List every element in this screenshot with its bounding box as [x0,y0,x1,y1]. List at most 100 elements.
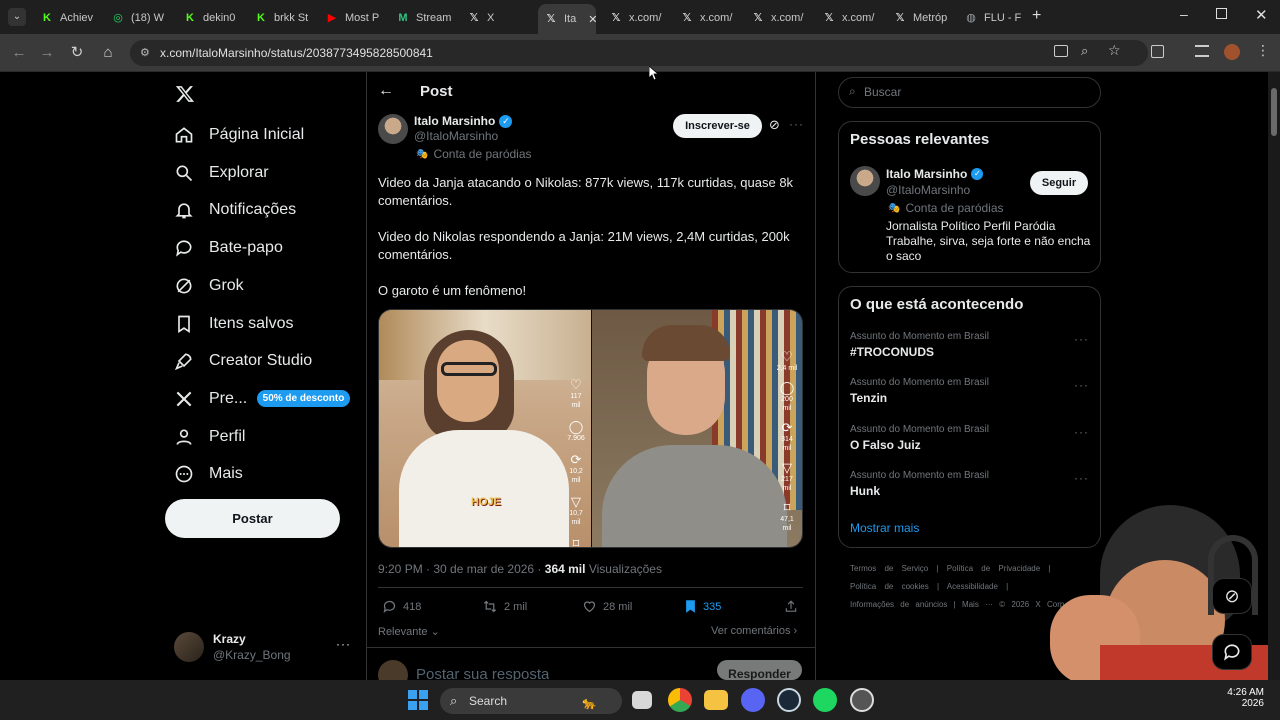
premium-discount-badge[interactable]: 50% de desconto [257,390,350,407]
browser-tab[interactable]: 𝕏x.com/ [609,6,675,30]
trend-item[interactable]: Assunto do Momento em Brasil #TROCONUDS [850,331,989,359]
browser-tab[interactable]: K Achiev [40,6,106,30]
grok-fab[interactable]: ⊘ [1212,578,1252,614]
sort-dropdown[interactable]: Relevante ⌄ [378,625,440,638]
reply-button[interactable]: Responder [717,660,802,680]
sidebar-item-notificações[interactable]: Notificações [174,192,296,228]
minimize-button[interactable]: – [1180,6,1188,22]
footer-link[interactable]: Termos de Serviço [850,564,928,573]
install-app-icon[interactable] [1054,45,1068,57]
browser-tab[interactable]: 𝕏x.com/ [751,6,817,30]
task-view-icon[interactable] [632,691,652,709]
back-arrow-icon[interactable]: ← [378,82,394,100]
reply-input[interactable]: Postar sua resposta [416,666,549,680]
trend-item[interactable]: Assunto do Momento em Brasil Hunk [850,470,989,498]
extensions-icon[interactable] [1151,45,1164,58]
address-bar[interactable]: ⚙ x.com/ItaloMarsinho/status/20387734958… [130,40,1148,66]
post-button[interactable]: Postar [165,499,340,538]
home-button-icon[interactable]: ⌂ [99,44,117,62]
trend-more-icon[interactable]: ··· [1074,425,1089,439]
trend-more-icon[interactable]: ··· [1074,471,1089,485]
footer-link[interactable]: Acessibilidade [947,582,998,591]
zoom-icon[interactable]: ⌕ [1081,43,1088,59]
sidebar-item-mais[interactable]: Mais [174,456,243,492]
sidebar-item-grok[interactable]: Grok [174,268,244,304]
trend-more-icon[interactable]: ··· [1074,332,1089,346]
share-button[interactable] [784,599,804,614]
post-more-icon[interactable]: ··· [789,117,804,131]
new-tab-button[interactable]: + [1032,7,1041,25]
trend-item[interactable]: Assunto do Momento em Brasil O Falso Juiz [850,424,989,452]
forward-icon[interactable]: → [38,44,56,62]
file-explorer-icon[interactable] [704,690,728,710]
browser-tab[interactable]: 𝕏X [467,6,533,30]
video-caption: HOJE [471,496,501,508]
maximize-button[interactable] [1216,8,1227,19]
post-video[interactable]: HOJE ♡ 117 mil ◯ 7.906 ⟳ 10,2 mil ▽ 10,7 mil… [378,309,803,548]
browser-tab[interactable]: M Stream [396,6,462,30]
browser-menu-icon[interactable]: ⋮ [1256,42,1270,59]
media-control-icon[interactable] [1195,45,1209,57]
bookmark-star-icon[interactable]: ☆ [1108,42,1121,59]
scrollbar-thumb[interactable] [1271,88,1277,136]
footer-link[interactable]: Mais ··· [962,600,993,609]
spotify-icon[interactable] [813,688,837,712]
back-icon[interactable]: ← [10,44,28,62]
close-tab-icon[interactable]: ✕ [588,13,596,26]
clock[interactable]: 4:26 AM 2026 [1226,687,1264,709]
sidebar-item-explorar[interactable]: Explorar [174,155,269,191]
browser-tab[interactable]: 𝕏 Metróp [893,6,959,30]
footer-link[interactable]: Informações de anúncios [850,600,947,609]
reply-button[interactable]: 418 [382,599,421,614]
browser-tab[interactable]: Kbrkk St [254,6,320,30]
taskbar-search[interactable]: ⌕ Search 🐆 [440,688,622,714]
follow-button[interactable]: Seguir [1030,171,1088,195]
browser-tab[interactable]: 𝕏 Ita ✕ [538,4,596,34]
subscribe-button[interactable]: Inscrever-se [673,114,762,138]
relevant-avatar[interactable] [850,166,880,196]
x-icon: 𝕏 [753,12,763,24]
sidebar-item-creator-studio[interactable]: Creator Studio [174,343,312,379]
profile-avatar-icon[interactable] [1224,44,1240,60]
steam-icon[interactable] [777,688,801,712]
sidebar-item-pre-[interactable]: Pre... [174,381,247,417]
browser-tab[interactable]: ◍ FLU - F [964,6,1030,30]
sidebar-item-bate-papo[interactable]: Bate-papo [174,230,283,266]
footer-link[interactable]: Política de cookies [850,582,929,591]
author-name-row[interactable]: Italo Marsinho ✓ [414,114,513,128]
browser-tab[interactable]: Kdekin0 [183,6,249,30]
browser-tab[interactable]: 𝕏x.com/ [822,6,888,30]
discord-icon[interactable] [741,688,765,712]
tab-search-button[interactable]: ⌄ [8,8,26,26]
messages-fab[interactable] [1212,634,1252,670]
footer-link[interactable]: Política de Privacidade [947,564,1040,573]
show-more-link[interactable]: Mostrar mais [850,521,919,535]
chrome-icon[interactable] [668,688,692,712]
repost-button[interactable]: 2 mil [482,599,527,614]
search-input[interactable]: Buscar [838,77,1101,108]
see-comments-link[interactable]: Ver comentários › [711,625,797,637]
post-timestamp[interactable]: 9:20 PM · 30 de mar de 2026 · [378,562,545,576]
site-info-icon[interactable]: ⚙ [140,40,150,66]
trend-more-icon[interactable]: ··· [1074,378,1089,392]
author-avatar[interactable] [378,114,408,144]
reload-icon[interactable]: ↻ [68,44,86,62]
windows-start-icon[interactable] [408,690,428,710]
x-logo-icon[interactable] [175,84,195,104]
sidebar-item-itens-salvos[interactable]: Itens salvos [174,306,293,342]
close-window-button[interactable]: ✕ [1255,6,1268,24]
sidebar-item-perfil[interactable]: Perfil [174,419,245,455]
bookmark-button[interactable]: 335 [684,599,721,614]
browser-tab[interactable]: 𝕏x.com/ [680,6,746,30]
page-scrollbar[interactable] [1268,72,1280,680]
browser-tab[interactable]: ◎ (18) W [111,6,177,30]
trend-item[interactable]: Assunto do Momento em Brasil Tenzin [850,377,989,405]
obs-icon[interactable] [850,688,874,712]
browser-tab[interactable]: ▶ Most P [325,6,391,30]
relevant-name-row[interactable]: Italo Marsinho ✓ [886,167,984,181]
like-button[interactable]: 28 mil [582,599,632,614]
account-avatar[interactable] [174,632,204,662]
account-menu-icon[interactable]: ··· [336,637,351,651]
sidebar-item-página-inicial[interactable]: Página Inicial [174,117,304,153]
grok-explain-icon[interactable]: ⊘ [769,117,780,133]
